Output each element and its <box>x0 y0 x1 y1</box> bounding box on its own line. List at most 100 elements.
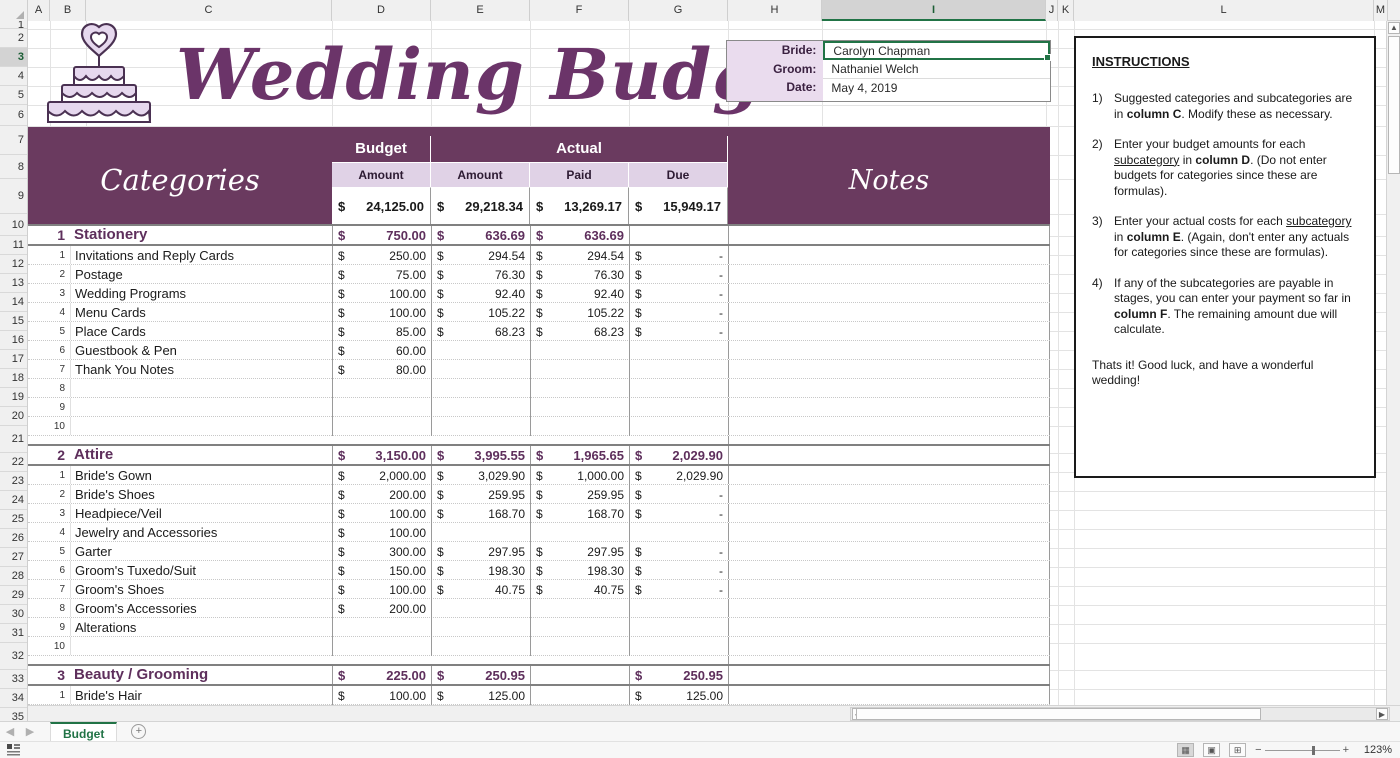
row-header-33[interactable]: 33 <box>0 670 27 689</box>
row-header-11[interactable]: 11 <box>0 236 27 255</box>
column-header-f[interactable]: F <box>530 0 629 21</box>
category-total-2[interactable] <box>530 666 629 684</box>
subcategory-notes-cell[interactable] <box>728 504 1050 522</box>
subcategory-row[interactable]: 4 Menu Cards $100.00 $105.22 $105.22 $ - <box>28 303 1050 322</box>
subcategory-row[interactable]: 2 Postage $75.00 $76.30 $76.30 $ - <box>28 265 1050 284</box>
subcategory-amount-1[interactable]: $40.75 <box>431 580 530 599</box>
column-header-k[interactable]: K <box>1058 0 1074 21</box>
subcategory-notes-cell[interactable] <box>728 466 1050 484</box>
column-header-j[interactable]: J <box>1046 0 1058 21</box>
groom-name-cell[interactable]: Nathaniel Welch <box>823 60 1050 79</box>
subcategory-amount-1[interactable]: $105.22 <box>431 303 530 322</box>
subcategory-name[interactable]: Thank You Notes <box>70 360 332 378</box>
subcategory-amount-0[interactable]: $100.00 <box>332 303 431 322</box>
subcategory-notes-cell[interactable] <box>728 322 1050 340</box>
subcategory-amount-2[interactable] <box>530 398 629 417</box>
subcategory-amount-1[interactable]: $76.30 <box>431 265 530 284</box>
vertical-scroll-thumb[interactable] <box>1388 36 1400 174</box>
scroll-up-arrow[interactable]: ▲ <box>1388 22 1400 34</box>
subcategory-amount-2[interactable]: $198.30 <box>530 561 629 580</box>
row-header-17[interactable]: 17 <box>0 350 27 369</box>
column-header-b[interactable]: B <box>50 0 86 21</box>
subcategory-amount-0[interactable]: $100.00 <box>332 580 431 599</box>
subcategory-amount-1[interactable] <box>431 360 530 379</box>
subcategory-name[interactable]: Groom's Shoes <box>70 580 332 598</box>
subcategory-amount-3[interactable]: $ - <box>629 542 728 561</box>
subcategory-row[interactable]: 10 <box>28 637 1050 656</box>
add-sheet-icon[interactable]: + <box>131 724 147 739</box>
subcategory-notes-cell[interactable] <box>728 580 1050 598</box>
subcategory-name[interactable] <box>70 417 332 435</box>
subcategory-row[interactable]: 5 Place Cards $85.00 $68.23 $68.23 $ - <box>28 322 1050 341</box>
column-header-d[interactable]: D <box>332 0 431 21</box>
subcategory-amount-0[interactable]: $100.00 <box>332 686 431 705</box>
subcategory-amount-3[interactable]: $2,029.90 <box>629 466 728 485</box>
subcategory-amount-0[interactable] <box>332 417 431 436</box>
subcategory-notes-cell[interactable] <box>728 303 1050 321</box>
subcategory-amount-0[interactable]: $75.00 <box>332 265 431 284</box>
category-total-1[interactable]: $250.95 <box>431 666 530 684</box>
subcategory-amount-2[interactable] <box>530 379 629 398</box>
subcategory-amount-3[interactable]: $ - <box>629 322 728 341</box>
subcategory-row[interactable]: 6 Guestbook & Pen $60.00 <box>28 341 1050 360</box>
subcategory-amount-1[interactable]: $92.40 <box>431 284 530 303</box>
row-header-14[interactable]: 14 <box>0 293 27 312</box>
subcategory-name[interactable]: Bride's Shoes <box>70 485 332 503</box>
subcategory-amount-3[interactable]: $ - <box>629 561 728 580</box>
category-row[interactable]: 2 Attire $3,150.00 $3,995.55 $1,965.65 $2,029… <box>28 444 1050 466</box>
subcategory-amount-3[interactable]: $ - <box>629 246 728 265</box>
subcategory-amount-1[interactable] <box>431 637 530 656</box>
bride-name-cell[interactable]: Carolyn Chapman <box>823 41 1051 61</box>
subcategory-amount-1[interactable] <box>431 379 530 398</box>
subcategory-amount-2[interactable]: $68.23 <box>530 322 629 341</box>
subcategory-amount-1[interactable]: $294.54 <box>431 246 530 265</box>
category-name[interactable]: Beauty / Grooming <box>70 666 332 684</box>
row-header-24[interactable]: 24 <box>0 491 27 510</box>
horizontal-scroll-thumb[interactable] <box>856 708 1261 720</box>
subcategory-amount-3[interactable] <box>629 360 728 379</box>
subcategory-amount-2[interactable]: $297.95 <box>530 542 629 561</box>
row-header-25[interactable]: 25 <box>0 510 27 529</box>
row-header-12[interactable]: 12 <box>0 255 27 274</box>
row-header-19[interactable]: 19 <box>0 388 27 407</box>
subcategory-row[interactable]: 1 Invitations and Reply Cards $250.00 $294.… <box>28 246 1050 265</box>
subcategory-amount-0[interactable]: $300.00 <box>332 542 431 561</box>
subcategory-amount-3[interactable]: $ - <box>629 580 728 599</box>
next-sheet-arrow[interactable]: ▶ <box>20 725 40 738</box>
subcategory-amount-2[interactable]: $294.54 <box>530 246 629 265</box>
category-notes-cell[interactable] <box>728 446 1050 464</box>
subcategory-amount-3[interactable] <box>629 637 728 656</box>
subcategory-amount-2[interactable]: $76.30 <box>530 265 629 284</box>
subcategory-notes-cell[interactable] <box>728 398 1050 416</box>
subcategory-name[interactable]: Groom's Accessories <box>70 599 332 617</box>
subcategory-amount-1[interactable]: $297.95 <box>431 542 530 561</box>
category-total-1[interactable]: $3,995.55 <box>431 446 530 464</box>
subcategory-amount-2[interactable] <box>530 599 629 618</box>
subcategory-amount-2[interactable]: $168.70 <box>530 504 629 523</box>
category-name[interactable]: Stationery <box>70 226 332 244</box>
subcategory-notes-cell[interactable] <box>728 246 1050 264</box>
category-total-0[interactable]: $3,150.00 <box>332 446 431 464</box>
subcategory-notes-cell[interactable] <box>728 417 1050 435</box>
grand-total-cell-2[interactable]: $13,269.17 <box>530 187 629 224</box>
subcategory-amount-0[interactable]: $2,000.00 <box>332 466 431 485</box>
category-total-2[interactable]: $1,965.65 <box>530 446 629 464</box>
subcategory-amount-2[interactable]: $1,000.00 <box>530 466 629 485</box>
row-header-10[interactable]: 10 <box>0 214 27 236</box>
row-header-16[interactable]: 16 <box>0 331 27 350</box>
subcategory-name[interactable]: Guestbook & Pen <box>70 341 332 359</box>
select-all-corner[interactable] <box>0 0 28 21</box>
subcategory-notes-cell[interactable] <box>728 637 1050 655</box>
subcategory-notes-cell[interactable] <box>728 599 1050 617</box>
zoom-in-button[interactable]: + <box>1343 744 1349 756</box>
column-header-g[interactable]: G <box>629 0 728 21</box>
subcategory-name[interactable]: Jewelry and Accessories <box>70 523 332 541</box>
subcategory-amount-2[interactable] <box>530 523 629 542</box>
subcategory-amount-0[interactable] <box>332 637 431 656</box>
subcategory-notes-cell[interactable] <box>728 485 1050 503</box>
subcategory-amount-2[interactable]: $92.40 <box>530 284 629 303</box>
subcategory-amount-3[interactable]: $ - <box>629 504 728 523</box>
subcategory-row[interactable]: 8 Groom's Accessories $200.00 <box>28 599 1050 618</box>
subcategory-amount-3[interactable]: $ - <box>629 284 728 303</box>
subcategory-amount-1[interactable] <box>431 599 530 618</box>
